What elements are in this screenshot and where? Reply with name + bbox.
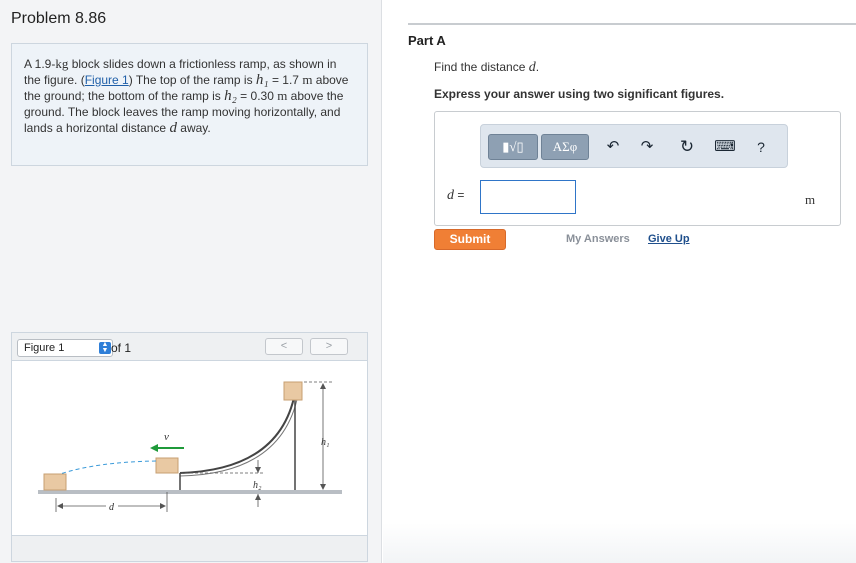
figure-select-value: Figure 1 <box>24 342 65 354</box>
answer-unit: m <box>805 192 816 207</box>
reset-icon[interactable]: ↻ <box>677 137 697 157</box>
unit-kg: kg <box>55 56 69 71</box>
block-bottom <box>155 457 179 474</box>
undo-icon[interactable]: ↶ <box>603 137 623 157</box>
equation-label: d = <box>447 188 464 204</box>
velocity-arrowhead <box>150 444 158 452</box>
equation-equals: = <box>454 188 465 202</box>
equation-var: d <box>447 188 454 203</box>
h1-arrow-down <box>320 484 326 490</box>
d-arrow-left <box>57 503 63 509</box>
pane-footer <box>383 523 856 563</box>
redo-icon[interactable]: ↷ <box>637 137 657 157</box>
answer-pane: Part A Find the distance d. Express your… <box>383 0 856 563</box>
ramp-edge <box>179 394 299 477</box>
figure-count: of 1 <box>111 341 132 355</box>
h1-arrow-up <box>320 383 326 389</box>
keyboard-icon[interactable]: ⌨ <box>713 137 737 157</box>
prompt-var: d <box>528 60 536 75</box>
ground <box>38 490 342 494</box>
figure-link[interactable]: Figure 1 <box>85 73 129 87</box>
h1-label: h₁ <box>321 437 329 448</box>
select-arrows-icon: ▲ ▼ <box>99 341 111 354</box>
next-figure-button[interactable]: > <box>310 338 348 355</box>
submit-button[interactable]: Submit <box>434 229 506 250</box>
problem-statement: A 1.9-kg block slides down a frictionles… <box>11 43 368 166</box>
answer-instruction: Express your answer using two significan… <box>434 87 725 101</box>
d-arrow-right <box>160 503 166 509</box>
templates-button[interactable]: ▮√▯ <box>488 134 538 160</box>
d-label: d <box>109 502 115 513</box>
figure-select[interactable]: Figure 1 ▲ ▼ <box>17 339 113 357</box>
answer-input[interactable] <box>480 180 576 214</box>
answer-box: ▮√▯ ΑΣφ ↶ ↷ ↻ ⌨ ? d = m <box>434 111 841 226</box>
unit-m: m <box>302 72 313 87</box>
ramp-surface <box>179 392 296 474</box>
give-up-link[interactable]: Give Up <box>648 233 690 245</box>
symbols-button[interactable]: ΑΣφ <box>541 134 589 160</box>
statement-text: away. <box>176 121 211 135</box>
var-h1: h₁ <box>255 72 269 88</box>
block-landed <box>43 473 67 491</box>
my-answers-link[interactable]: My Answers <box>566 233 630 245</box>
prompt-text: . <box>535 60 540 74</box>
figure-footer <box>12 535 367 561</box>
previous-figure-button[interactable]: < <box>265 338 303 355</box>
part-divider <box>408 23 856 25</box>
figure-panel: Figure 1 ▲ ▼ of 1 < > v⃗ h₁ h₂ d <box>11 332 368 562</box>
trajectory <box>59 460 157 475</box>
var-d: d <box>169 120 177 136</box>
statement-text: = 0.30 <box>236 89 278 103</box>
part-title: Part A <box>408 33 446 48</box>
ramp-figure: v⃗ h₁ h₂ d <box>38 381 342 513</box>
prompt-text: Find the distance <box>434 60 529 74</box>
var-h2: h₂ <box>224 88 237 104</box>
block-top <box>283 381 303 401</box>
velocity-label: v⃗ <box>164 431 177 443</box>
problem-title: Problem 8.86 <box>11 10 107 27</box>
part-prompt: Find the distance d. <box>434 60 539 76</box>
statement-text: ) The top of the ramp is <box>128 73 256 87</box>
problem-pane: Problem 8.86 A 1.9-kg block slides down … <box>0 0 382 563</box>
statement-text: A 1.9- <box>24 57 56 71</box>
figure-toolbar: Figure 1 ▲ ▼ of 1 < > <box>12 333 367 361</box>
unit-m: m <box>277 88 288 103</box>
h2-arrow-up <box>255 494 261 500</box>
math-toolbar: ▮√▯ ΑΣφ ↶ ↷ ↻ ⌨ ? <box>480 124 788 168</box>
h2-arrow-down <box>255 467 261 473</box>
help-icon[interactable]: ? <box>751 137 771 157</box>
statement-text: = 1.7 <box>268 73 303 87</box>
h2-label: h₂ <box>253 480 262 491</box>
